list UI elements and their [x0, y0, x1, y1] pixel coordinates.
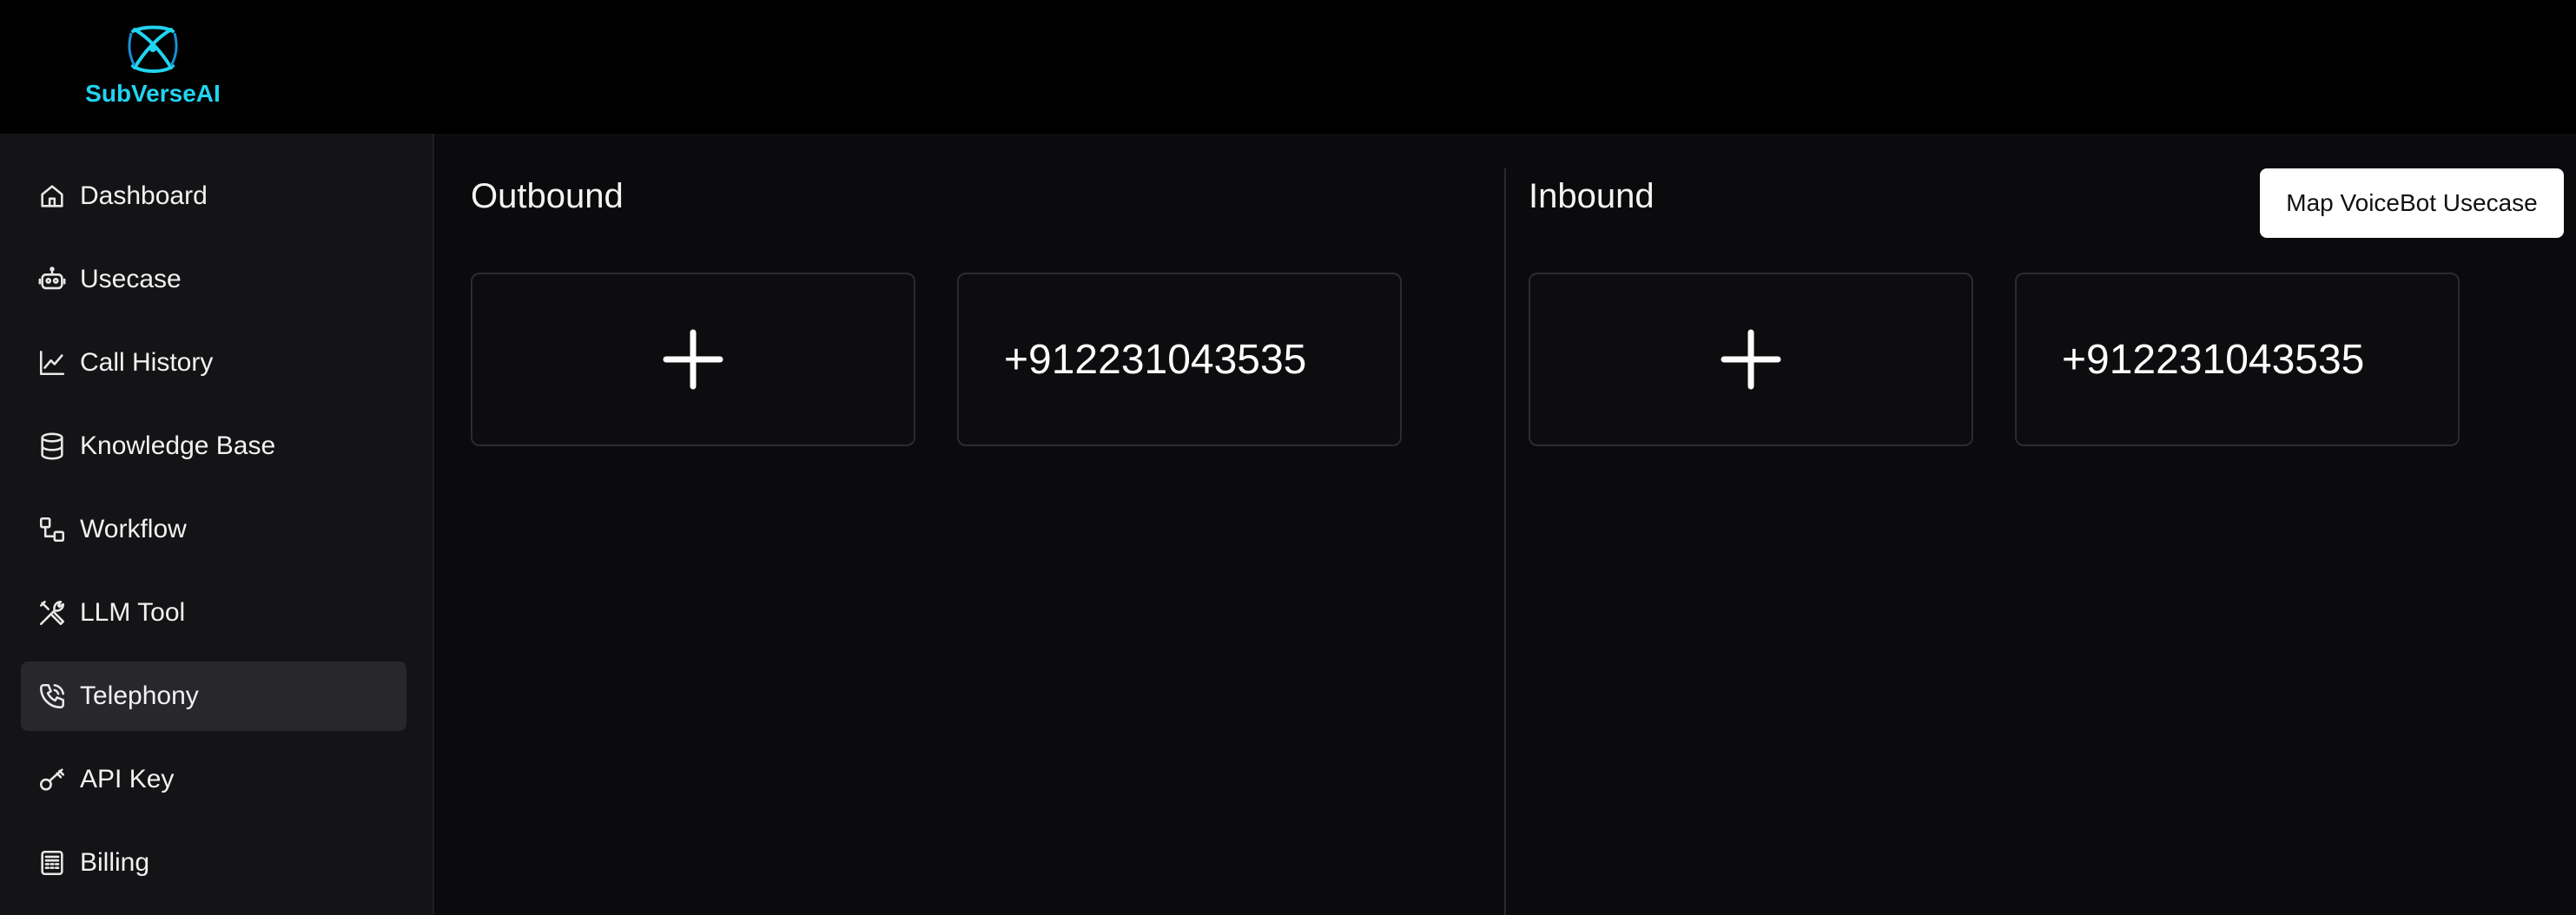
sidebar-item-telephony[interactable]: Telephony	[21, 662, 406, 731]
sidebar: Dashboard Usecase Call History Knowledge…	[0, 134, 434, 915]
sidebar-item-label: Workflow	[80, 515, 187, 543]
sidebar-item-label: Knowledge Base	[80, 431, 276, 460]
database-icon	[33, 427, 71, 465]
add-outbound-number-button[interactable]	[471, 273, 915, 446]
brand-logo[interactable]: SubVerseAI	[76, 24, 229, 111]
outbound-number-card[interactable]: +912231043535	[957, 273, 1402, 446]
tools-icon	[33, 594, 71, 632]
sidebar-item-label: LLM Tool	[80, 598, 186, 627]
sidebar-item-label: Call History	[80, 348, 214, 377]
line-chart-icon	[33, 344, 71, 382]
map-voicebot-usecase-button[interactable]: Map VoiceBot Usecase	[2260, 168, 2564, 238]
sidebar-item-api-key[interactable]: API Key	[21, 745, 406, 814]
plus-icon	[1721, 329, 1781, 390]
sidebar-item-billing[interactable]: Billing	[21, 828, 406, 898]
sidebar-item-label: Usecase	[80, 265, 182, 293]
section-divider	[1504, 168, 1506, 915]
sidebar-item-label: API Key	[80, 765, 175, 793]
sidebar-item-label: Dashboard	[80, 181, 208, 210]
key-icon	[33, 760, 71, 799]
sidebar-item-call-history[interactable]: Call History	[21, 328, 406, 398]
inbound-number-card[interactable]: +912231043535	[2015, 273, 2460, 446]
sidebar-item-workflow[interactable]: Workflow	[21, 495, 406, 564]
home-icon	[33, 177, 71, 215]
sidebar-item-dashboard[interactable]: Dashboard	[21, 161, 406, 231]
atom-icon	[128, 25, 178, 73]
phone-icon	[33, 677, 71, 715]
inbound-number: +912231043535	[2062, 336, 2365, 383]
brand-name: SubVerseAI	[85, 80, 221, 107]
outbound-title: Outbound	[471, 177, 624, 215]
inbound-title: Inbound	[1529, 177, 1655, 215]
plus-icon	[663, 329, 723, 390]
robot-icon	[33, 260, 71, 299]
add-inbound-number-button[interactable]	[1529, 273, 1973, 446]
sidebar-item-llm-tool[interactable]: LLM Tool	[21, 578, 406, 648]
sidebar-item-label: Telephony	[80, 681, 199, 710]
telephony-main: Outbound +912231043535 Inbound +91223104…	[436, 134, 2576, 915]
sidebar-item-knowledge-base[interactable]: Knowledge Base	[21, 411, 406, 481]
billing-icon	[33, 844, 71, 882]
workflow-icon	[33, 510, 71, 549]
top-bar: SubVerseAI	[0, 0, 2576, 134]
sidebar-item-usecase[interactable]: Usecase	[21, 245, 406, 314]
outbound-number: +912231043535	[1004, 336, 1307, 383]
sidebar-item-label: Billing	[80, 848, 150, 877]
